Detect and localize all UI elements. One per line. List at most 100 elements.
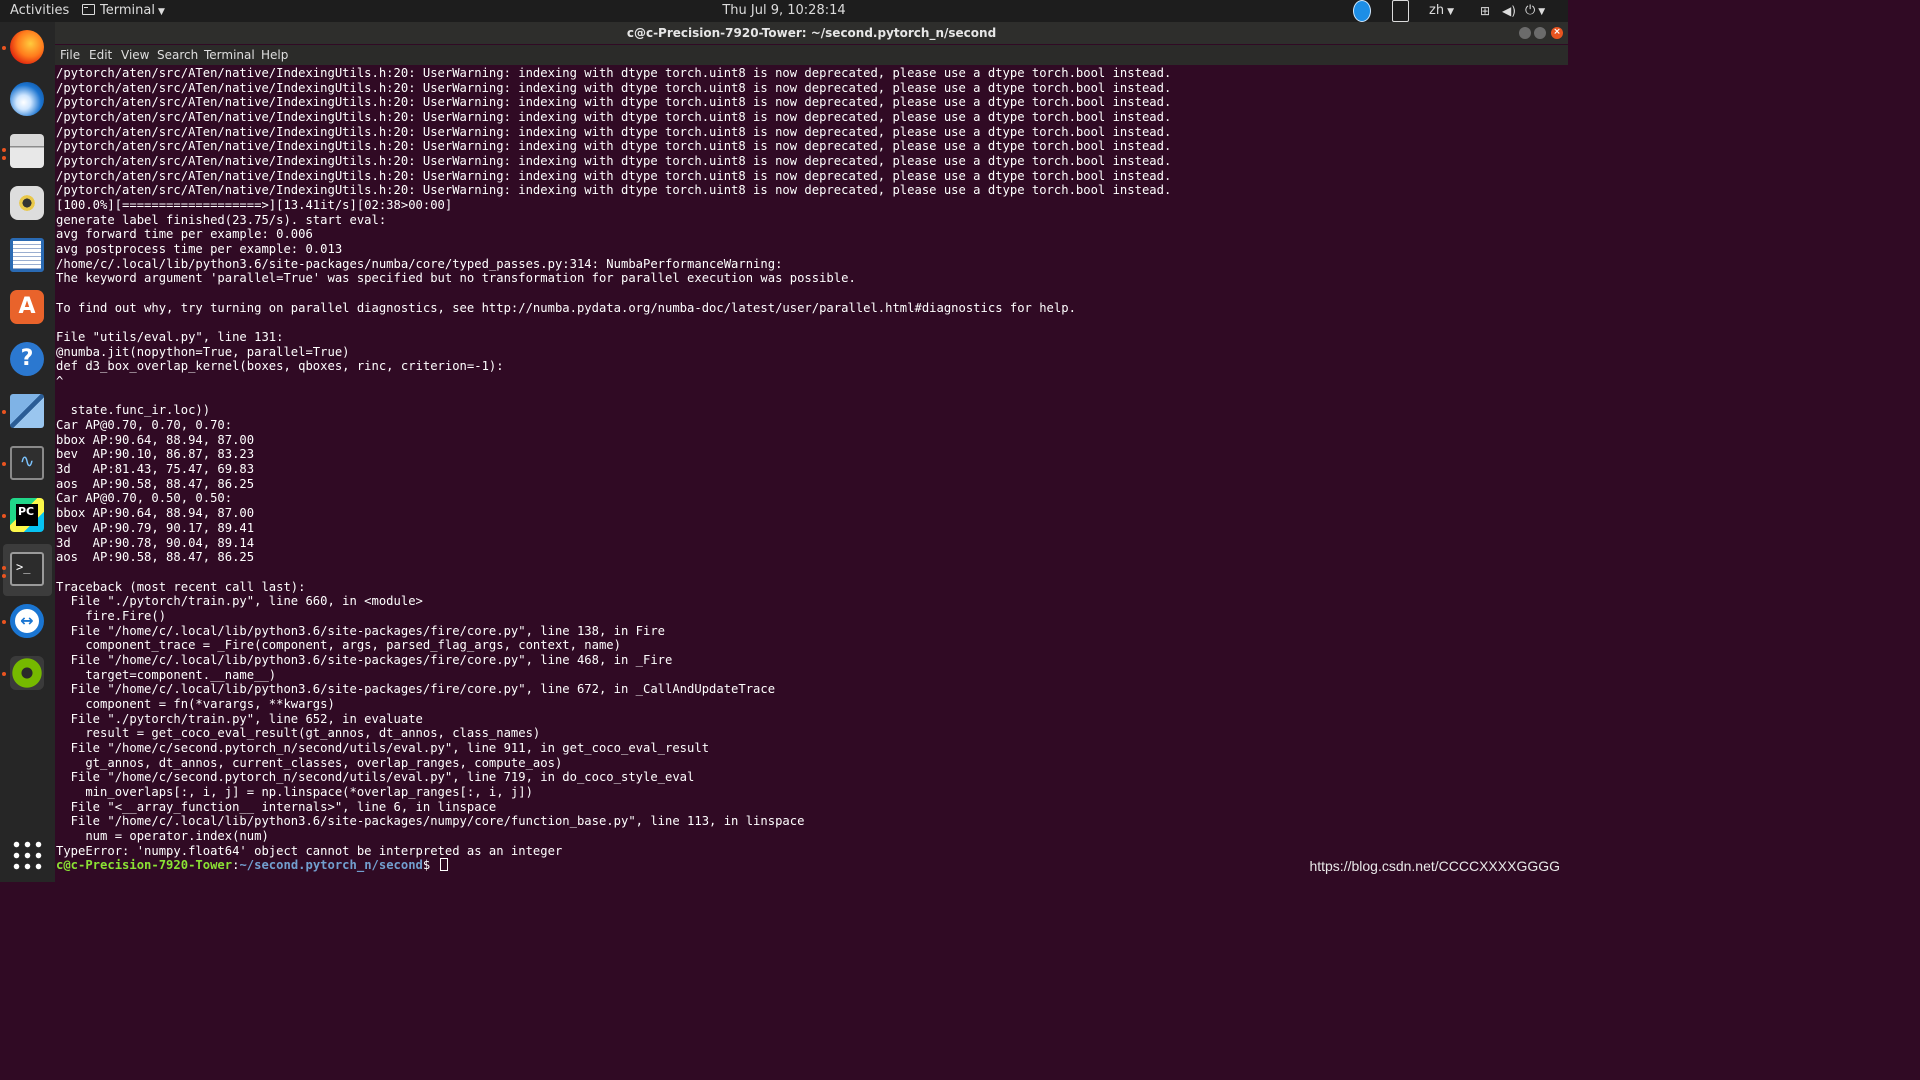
rhythmbox-icon	[10, 186, 44, 220]
maximize-button[interactable]	[1534, 27, 1546, 39]
menu-terminal[interactable]: Terminal	[204, 48, 255, 62]
prompt-user: c@c-Precision-7920-Tower	[56, 858, 233, 873]
running-indicator	[2, 514, 6, 518]
dock-item-thunderbird[interactable]	[6, 78, 48, 120]
terminal-line: The keyword argument 'parallel=True' was…	[56, 271, 856, 286]
terminal-line: fire.Fire()	[56, 608, 167, 623]
dock-item-help[interactable]: ?	[6, 338, 48, 380]
terminal-line: File "./pytorch/train.py", line 660, in …	[56, 594, 423, 609]
menu-view[interactable]: View	[121, 48, 149, 62]
terminal-line: /pytorch/aten/src/ATen/native/IndexingUt…	[56, 124, 1172, 139]
terminal-line: avg postprocess time per example: 0.013	[56, 242, 343, 257]
close-button[interactable]: ×	[1551, 27, 1563, 39]
terminal-line: Car AP@0.70, 0.70, 0.70:	[56, 418, 233, 433]
running-indicator	[2, 620, 6, 624]
dock-item-writer[interactable]	[6, 234, 48, 276]
watermark: https://blog.csdn.net/CCCCXXXXGGGG	[1309, 858, 1560, 874]
terminal-line: File "/home/c/.local/lib/python3.6/site-…	[56, 682, 776, 697]
terminal-line: state.func_ir.loc))	[56, 403, 211, 418]
apps-grid-icon	[11, 839, 44, 872]
language-indicator[interactable]: zh ▼	[1429, 0, 1454, 22]
terminal-line: result = get_coco_eval_result(gt_annos, …	[56, 726, 541, 741]
terminal-output[interactable]: /pytorch/aten/src/ATen/native/IndexingUt…	[55, 65, 1568, 882]
terminal-cursor	[439, 858, 448, 872]
window-titlebar[interactable]: c@c-Precision-7920-Tower: ~/second.pytor…	[55, 22, 1568, 44]
terminal-line: File "utils/eval.py", line 131:	[56, 330, 284, 345]
terminal-line: ^	[56, 374, 64, 389]
terminal-line: 3d AP:81.43, 75.47, 69.83	[56, 462, 255, 477]
show-applications-button[interactable]	[6, 834, 48, 876]
dock-item-terminal[interactable]: >_	[6, 548, 48, 590]
remote-desktop-icon	[10, 394, 44, 428]
top-panel: Activities Terminal ▼ Thu Jul 9, 10:28:14…	[0, 0, 1568, 22]
terminal-line: TypeError: 'numpy.float64' object cannot…	[56, 843, 563, 858]
chevron-down-icon: ▼	[1538, 7, 1546, 17]
terminal-line: /home/c/.local/lib/python3.6/site-packag…	[56, 256, 783, 271]
menu-search[interactable]: Search	[157, 48, 198, 62]
running-indicator	[2, 566, 6, 570]
menu-help[interactable]: Help	[261, 48, 288, 62]
terminal-line: File "/home/c/second.pytorch_n/second/ut…	[56, 770, 695, 785]
terminal-line: File "/home/c/second.pytorch_n/second/ut…	[56, 740, 710, 755]
terminal-line: /pytorch/aten/src/ATen/native/IndexingUt…	[56, 168, 1172, 183]
terminal-line: bbox AP:90.64, 88.94, 87.00	[56, 432, 255, 447]
dock-item-teamviewer[interactable]: ↔	[6, 600, 48, 642]
terminal-line: File "<__array_function__ internals>", l…	[56, 799, 497, 814]
terminal-icon: >_	[10, 552, 44, 586]
dock-item-pycharm[interactable]: PC	[6, 494, 48, 536]
system-monitor-icon: ∿	[10, 446, 44, 480]
menubar: File Edit View Search Terminal Help	[55, 45, 1568, 65]
terminal-line: min_overlaps[:, i, j] = np.linspace(*ove…	[56, 784, 533, 799]
terminal-line: /pytorch/aten/src/ATen/native/IndexingUt…	[56, 139, 1172, 154]
terminal-lines: /pytorch/aten/src/ATen/native/IndexingUt…	[56, 66, 1171, 873]
running-indicator	[2, 156, 6, 160]
volume-icon[interactable]: ◀)	[1502, 0, 1516, 22]
dock-item-rhythmbox[interactable]	[6, 182, 48, 224]
terminal-line: bev AP:90.10, 86.87, 83.23	[56, 447, 255, 462]
menu-edit[interactable]: Edit	[89, 48, 112, 62]
help-icon: ?	[10, 342, 44, 376]
terminal-line: bbox AP:90.64, 88.94, 87.00	[56, 506, 255, 521]
running-indicator	[2, 462, 6, 466]
terminal-line: Car AP@0.70, 0.50, 0.50:	[56, 491, 233, 506]
clock[interactable]: Thu Jul 9, 10:28:14	[0, 0, 1568, 22]
dock-item-software[interactable]: A	[6, 286, 48, 328]
dock-item-firefox[interactable]	[6, 26, 48, 68]
teamviewer-icon[interactable]	[1353, 0, 1371, 22]
chevron-down-icon: ▼	[1447, 7, 1454, 17]
terminal-line: target=component.__name__)	[56, 667, 277, 682]
power-icon[interactable]: ⏻ ▼	[1525, 0, 1545, 22]
terminal-line: Traceback (most recent call last):	[56, 579, 306, 594]
menu-file[interactable]: File	[60, 48, 80, 62]
document-icon	[10, 238, 44, 272]
terminal-line: component = fn(*varargs, **kwargs)	[56, 696, 335, 711]
terminal-line: @numba.jit(nopython=True, parallel=True)	[56, 344, 350, 359]
firefox-icon	[10, 30, 44, 64]
dock-item-remote-desktop[interactable]	[6, 390, 48, 432]
language-label: zh	[1429, 3, 1445, 18]
pycharm-icon: PC	[10, 498, 44, 532]
keyboard-icon[interactable]	[1392, 0, 1409, 22]
terminal-line: gt_annos, dt_annos, current_classes, ove…	[56, 755, 563, 770]
dock-item-files[interactable]	[6, 130, 48, 172]
terminal-line: /pytorch/aten/src/ATen/native/IndexingUt…	[56, 154, 1172, 169]
window-title: c@c-Precision-7920-Tower: ~/second.pytor…	[626, 26, 997, 40]
dock-item-nvidia[interactable]	[6, 652, 48, 694]
terminal-line: /pytorch/aten/src/ATen/native/IndexingUt…	[56, 183, 1172, 198]
terminal-prompt[interactable]: c@c-Precision-7920-Tower:~/second.pytorc…	[56, 858, 1171, 873]
terminal-line: File "./pytorch/train.py", line 652, in …	[56, 711, 423, 726]
terminal-line: aos AP:90.58, 88.47, 86.25	[56, 550, 255, 565]
minimize-button[interactable]	[1519, 27, 1531, 39]
terminal-line: File "/home/c/.local/lib/python3.6/site-…	[56, 814, 805, 829]
terminal-line: aos AP:90.58, 88.47, 86.25	[56, 476, 255, 491]
teamviewer-icon: ↔	[10, 604, 44, 638]
software-store-icon: A	[10, 290, 44, 324]
terminal-line: [100.0%][===================>][13.41it/s…	[56, 198, 453, 213]
running-indicator	[2, 148, 6, 152]
dock-item-system-monitor[interactable]: ∿	[6, 442, 48, 484]
terminal-line: To find out why, try turning on parallel…	[56, 300, 1076, 315]
network-icon[interactable]: ⊞	[1480, 0, 1490, 22]
